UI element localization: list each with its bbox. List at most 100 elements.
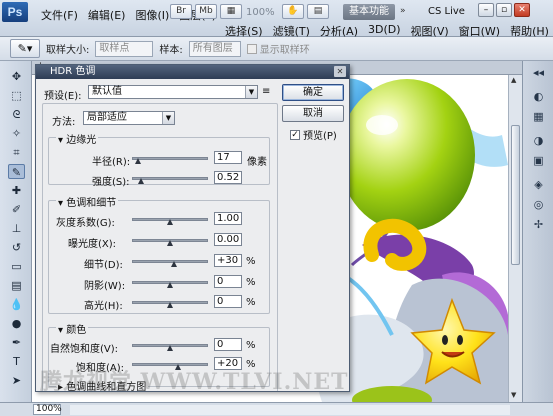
menu-image[interactable]: 图像(I) — [130, 7, 174, 23]
sample-size-select[interactable]: 取样点 — [95, 40, 154, 57]
cancel-button[interactable]: 取消 — [282, 105, 344, 122]
preset-label: 预设(E): — [44, 91, 82, 102]
app-bar-tools: Br Mb ▦ — [170, 4, 242, 19]
color-panel-icon[interactable]: ◐ — [530, 89, 547, 104]
chevron-right-icon[interactable]: » — [400, 6, 406, 16]
zoom-input[interactable]: 100% — [33, 404, 62, 415]
checkbox-box[interactable] — [246, 43, 257, 54]
vibrance-slider-thumb[interactable] — [167, 345, 173, 351]
arrange-documents-icon[interactable]: ▤ — [307, 4, 329, 19]
zoom-level-display[interactable]: 100% — [246, 7, 275, 18]
vibrance-unit: % — [246, 340, 256, 351]
menu-bar: Ps 文件(F) 编辑(E) 图像(I) 图层(L) Br Mb ▦ 100% … — [0, 0, 553, 38]
panel-dock: ◂◂ ◐ ▦ ◑ ▣ ◈ ◎ ✢ — [522, 61, 553, 402]
shadow-slider-thumb[interactable] — [167, 282, 173, 288]
highlight-input[interactable]: 0 — [214, 295, 242, 308]
menu-file[interactable]: 文件(F) — [36, 7, 83, 23]
detail-slider-thumb[interactable] — [170, 261, 177, 267]
paths-panel-icon[interactable]: ✢ — [530, 217, 547, 232]
scroll-down-icon[interactable]: ▼ — [511, 391, 516, 399]
show-sampling-ring-checkbox[interactable]: 显示取样环 — [246, 41, 310, 56]
radius-slider-thumb[interactable] — [135, 158, 142, 164]
scrollbar-thumb[interactable] — [511, 125, 520, 265]
gamma-input[interactable]: 1.00 — [214, 212, 242, 225]
workspace-switcher[interactable]: 基本功能 — [343, 4, 395, 20]
detail-input[interactable]: +30 — [214, 254, 242, 267]
hdr-toning-dialog: HDR 色调 ✕ 预设(E): 默认值 ▼ ≡ 确定 取消 ✓ 预览(P) 方法… — [35, 64, 350, 392]
eyedropper-tool-icon[interactable]: ✎ — [8, 164, 25, 179]
masks-panel-icon[interactable]: ▣ — [530, 153, 547, 168]
crop-tool-icon[interactable]: ⌗ — [8, 145, 25, 160]
radius-slider[interactable] — [132, 157, 208, 160]
eyedropper-preset-icon[interactable]: ✎▾ — [10, 39, 40, 58]
move-tool-icon[interactable]: ✥ — [8, 69, 25, 84]
layers-panel-icon[interactable]: ◈ — [530, 177, 547, 192]
detail-unit: % — [246, 256, 256, 267]
view-extras-icon[interactable]: ▦ — [220, 4, 242, 19]
gradient-tool-icon[interactable]: ▤ — [8, 278, 25, 293]
close-icon[interactable]: ✕ — [514, 3, 530, 17]
ok-button[interactable]: 确定 — [282, 84, 344, 101]
preset-value: 默认值 — [92, 86, 122, 97]
swatches-panel-icon[interactable]: ▦ — [530, 109, 547, 124]
highlight-label: 高光(H): — [84, 301, 123, 312]
vertical-scrollbar[interactable]: ▲ ▼ — [508, 75, 522, 402]
preset-options-icon[interactable]: ≡ — [262, 86, 270, 97]
preview-checkbox[interactable]: ✓ 预览(P) — [290, 127, 337, 142]
watermark-text: 腾龙视觉 WWW.TLVI.NET — [40, 369, 349, 395]
history-brush-tool-icon[interactable]: ↺ — [8, 240, 25, 255]
clone-stamp-tool-icon[interactable]: ⊥ — [8, 221, 25, 236]
show-sampling-ring-label: 显示取样环 — [259, 45, 310, 56]
tone-detail-title[interactable]: ▾ 色调和细节 — [56, 194, 119, 209]
gamma-slider-thumb[interactable] — [167, 219, 173, 225]
preset-select[interactable]: 默认值 ▼ — [88, 85, 258, 99]
healing-brush-tool-icon[interactable]: ✚ — [8, 183, 25, 198]
cs-live-button[interactable]: CS Live — [424, 4, 469, 20]
pen-tool-icon[interactable]: ✒ — [8, 335, 25, 350]
sample-layers-select[interactable]: 所有图层 — [188, 40, 241, 57]
path-selection-tool-icon[interactable]: ➤ — [8, 373, 25, 388]
highlight-slider-thumb[interactable] — [167, 302, 173, 308]
minimize-icon[interactable]: – — [478, 3, 494, 17]
collapse-panels-icon[interactable]: ◂◂ — [530, 65, 547, 80]
gamma-label: 灰度系数(G): — [56, 218, 115, 229]
color-title[interactable]: ▾ 颜色 — [56, 321, 89, 336]
launch-bridge-icon[interactable]: Br — [170, 4, 192, 19]
photoshop-logo: Ps — [2, 2, 28, 22]
strength-input[interactable]: 0.52 — [214, 171, 242, 184]
horizontal-scrollbar[interactable] — [70, 405, 510, 415]
brush-tool-icon[interactable]: ✐ — [8, 202, 25, 217]
preview-label: 预览(P) — [303, 131, 337, 142]
eraser-tool-icon[interactable]: ▭ — [8, 259, 25, 274]
channels-panel-icon[interactable]: ◎ — [530, 197, 547, 212]
blur-tool-icon[interactable]: 💧 — [8, 297, 25, 312]
exposure-slider-thumb[interactable] — [167, 240, 173, 246]
dialog-close-icon[interactable]: ✕ — [334, 66, 346, 77]
type-tool-icon[interactable]: T — [8, 354, 25, 369]
lasso-tool-icon[interactable]: ᘓ — [8, 107, 25, 122]
tools-panel: ✥ ⬚ ᘓ ✧ ⌗ ✎ ✚ ✐ ⊥ ↺ ▭ ▤ 💧 ● ✒ T ➤ — [0, 61, 32, 402]
shadow-unit: % — [246, 277, 256, 288]
launch-minibridge-icon[interactable]: Mb — [195, 4, 217, 19]
menu-edit[interactable]: 编辑(E) — [83, 7, 131, 23]
vibrance-input[interactable]: 0 — [214, 338, 242, 351]
exposure-input[interactable]: 0.00 — [214, 233, 242, 246]
adjustments-panel-icon[interactable]: ◑ — [530, 133, 547, 148]
marquee-tool-icon[interactable]: ⬚ — [8, 88, 25, 103]
edge-glow-title[interactable]: ▾ 边缘光 — [56, 131, 99, 146]
scroll-up-icon[interactable]: ▲ — [511, 76, 516, 84]
method-select[interactable]: 局部适应 ▼ — [83, 111, 175, 125]
radius-label: 半径(R): — [92, 157, 131, 168]
arrange-tools: ✋ ▤ — [282, 4, 329, 19]
hand-tool-icon[interactable]: ✋ — [282, 4, 304, 19]
dodge-tool-icon[interactable]: ● — [8, 316, 25, 331]
preview-check-icon[interactable]: ✓ — [290, 129, 300, 140]
status-bar: 100% — [0, 402, 553, 416]
shadow-input[interactable]: 0 — [214, 275, 242, 288]
shadow-label: 阴影(W): — [84, 281, 126, 292]
restore-icon[interactable]: ▫ — [496, 3, 512, 17]
strength-slider-thumb[interactable] — [138, 178, 145, 184]
quick-select-tool-icon[interactable]: ✧ — [8, 126, 25, 141]
radius-input[interactable]: 17 — [214, 151, 242, 164]
sample-label: 样本: — [159, 45, 183, 56]
